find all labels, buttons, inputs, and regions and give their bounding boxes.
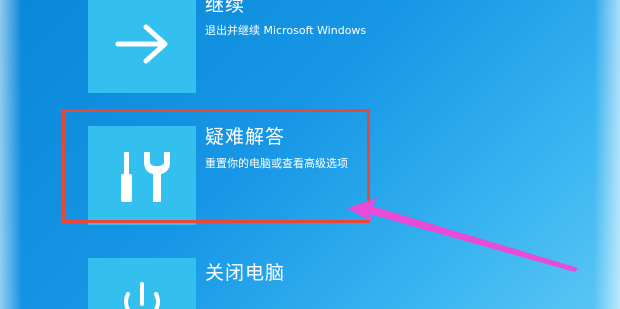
- recovery-options-screen: 继续 退出并继续 Microsoft Windows 疑难解答 重置你的电脑或查…: [0, 0, 620, 309]
- pointer-arrow-icon: [347, 198, 578, 272]
